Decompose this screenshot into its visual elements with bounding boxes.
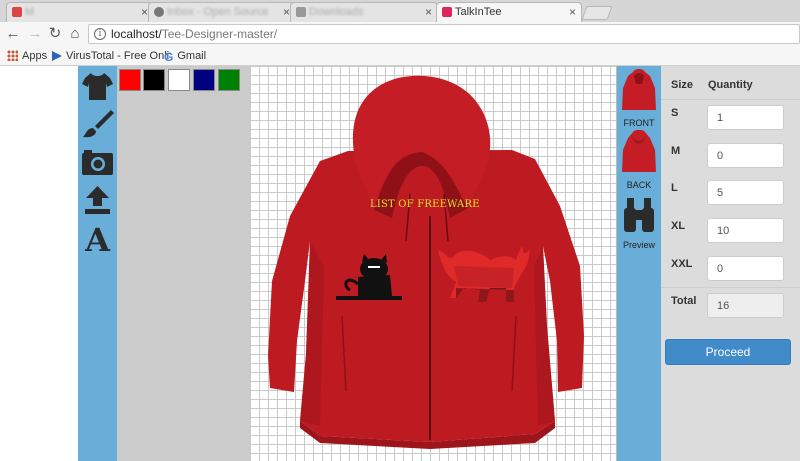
bookmark-virustotal[interactable]: VirusTotal - Free Onli	[52, 50, 169, 62]
forward-arrow-icon[interactable]: →	[26, 25, 44, 43]
close-tab-icon[interactable]: ×	[569, 5, 576, 19]
swatch-white[interactable]	[168, 69, 190, 91]
design-canvas[interactable]: LIST OF FREEWARE	[250, 66, 617, 461]
brush-icon[interactable]	[81, 108, 114, 140]
bookmark-label: VirusTotal - Free Onli	[66, 50, 170, 62]
total-label: Total	[671, 295, 697, 307]
tab-3[interactable]: Downloads ×	[290, 2, 438, 22]
tab-label: Inbox - Open Source	[167, 6, 269, 18]
divider	[661, 287, 800, 288]
quantity-input-m[interactable]	[707, 143, 784, 168]
color-palette	[117, 66, 250, 461]
total-field	[707, 293, 784, 318]
bookmarks-bar: Apps VirusTotal - Free Onli G Gmail	[0, 46, 800, 66]
address-bar[interactable]: i localhost/Tee-Designer-master/	[88, 24, 800, 44]
tab-talkintee[interactable]: TalkInTee ×	[436, 2, 582, 22]
quantity-header: Quantity	[708, 79, 753, 91]
design-text-overlay[interactable]: LIST OF FREEWARE	[370, 199, 480, 210]
front-view-label: FRONT	[623, 118, 655, 128]
back-view-button[interactable]: BACK	[617, 129, 661, 190]
browser-toolbar: ← → ↻ ⌂ i localhost/Tee-Designer-master/	[0, 22, 800, 46]
url-host: localhost/	[111, 27, 162, 41]
view-sidebar: FRONT BACK Preview	[617, 66, 661, 461]
bookmark-label: Apps	[22, 50, 48, 62]
hoodie-front-icon	[622, 69, 656, 110]
home-icon[interactable]: ⌂	[66, 25, 84, 43]
preview-button[interactable]: Preview	[617, 196, 661, 250]
virustotal-icon	[52, 51, 62, 61]
hoodie-back-icon	[622, 129, 656, 172]
tab-strip: M × Inbox - Open Source × Downloads × Ta…	[0, 0, 800, 22]
url-path: Tee-Designer-master/	[161, 27, 278, 41]
google-icon: G	[164, 50, 174, 64]
tab-label: TalkInTee	[455, 6, 502, 18]
talkintee-favicon-icon	[442, 7, 452, 17]
preview-label: Preview	[622, 240, 655, 250]
swatch-red[interactable]	[119, 69, 141, 91]
text-icon[interactable]: A	[81, 221, 114, 259]
front-view-button[interactable]: FRONT	[617, 68, 661, 128]
quantity-input-xxl[interactable]	[707, 256, 784, 281]
tab-label: Downloads	[309, 6, 364, 18]
back-arrow-icon[interactable]: ←	[4, 25, 22, 43]
camera-icon[interactable]	[81, 146, 114, 178]
close-tab-icon[interactable]: ×	[283, 5, 290, 19]
bookmark-apps[interactable]: Apps	[7, 50, 47, 62]
apps-grid-icon	[7, 50, 18, 61]
bookmark-gmail[interactable]: G Gmail	[164, 50, 206, 64]
tshirt-icon[interactable]	[81, 70, 114, 102]
quantity-input-s[interactable]	[707, 105, 784, 130]
swatch-black[interactable]	[143, 69, 165, 91]
tab-1[interactable]: M ×	[6, 2, 154, 22]
hoodie-mockup	[268, 75, 584, 449]
tab-2[interactable]: Inbox - Open Source ×	[148, 2, 296, 22]
quantity-input-xl[interactable]	[707, 218, 784, 243]
order-panel: Size Quantity S M L XL XXL Total Proceed	[661, 66, 800, 461]
info-icon[interactable]: i	[94, 28, 106, 40]
size-label-l: L	[671, 182, 678, 194]
reload-icon[interactable]: ↻	[46, 25, 64, 43]
divider	[661, 99, 800, 100]
size-label-xl: XL	[671, 220, 686, 232]
swatch-navy[interactable]	[193, 69, 215, 91]
tool-sidebar: A	[78, 66, 117, 461]
svg-text:A: A	[84, 222, 111, 254]
size-label-s: S	[671, 107, 679, 119]
close-tab-icon[interactable]: ×	[141, 5, 148, 19]
page-favicon-icon	[296, 7, 306, 17]
proceed-button[interactable]: Proceed	[665, 339, 791, 365]
bookmark-label: Gmail	[177, 50, 207, 62]
tab-label: M	[25, 6, 35, 18]
size-label-m: M	[671, 145, 681, 157]
swatch-green[interactable]	[218, 69, 240, 91]
quantity-input-l[interactable]	[707, 180, 784, 205]
gmail-favicon-icon	[12, 7, 22, 17]
close-tab-icon[interactable]: ×	[425, 5, 432, 19]
binoculars-icon	[624, 198, 654, 232]
size-header: Size	[671, 79, 694, 91]
tee-designer-app: A LIST OF FREEWARE FRONT BACK Preview Si…	[0, 66, 800, 461]
back-view-label: BACK	[626, 180, 652, 190]
new-tab-button[interactable]	[581, 6, 613, 20]
upload-icon[interactable]	[81, 184, 114, 216]
size-label-xxl: XXL	[671, 258, 693, 270]
github-favicon-icon	[154, 7, 164, 17]
